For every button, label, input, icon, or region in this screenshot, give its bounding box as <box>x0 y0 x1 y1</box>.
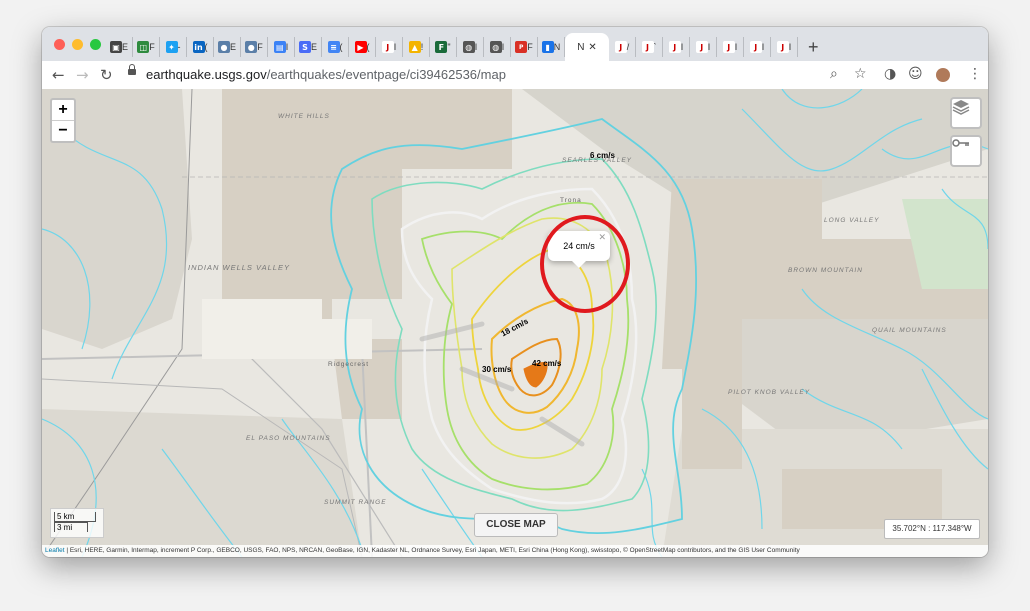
drive-icon: ▲ <box>408 41 421 53</box>
scale-mi: 3 mi <box>54 522 88 532</box>
tab-favicon-icon: ▣ <box>109 41 122 53</box>
browser-tab[interactable]: F " <box>430 37 457 57</box>
globe-icon: ◍ <box>462 41 475 53</box>
map-place-label: SUMMIT RANGE <box>324 499 387 506</box>
address-bar[interactable]: earthquake.usgs.gov/earthquakes/eventpag… <box>146 67 506 82</box>
map-place-label: Trona <box>560 197 582 204</box>
pdf-icon: P <box>515 41 528 53</box>
docs-icon: ≡ <box>327 41 340 53</box>
contour-label: 30 cm/s <box>482 365 512 374</box>
browser-tab[interactable]: J / <box>609 37 636 57</box>
map-place-label: PILOT KNOB VALLEY <box>728 389 811 396</box>
linkedin-icon: in <box>192 41 205 53</box>
browser-tab[interactable]: ▶( <box>349 37 376 57</box>
contour-label: 6 cm/s <box>590 151 615 160</box>
tab-favicon-icon: ◫ <box>137 41 150 53</box>
browser-tab[interactable]: JI <box>771 37 798 57</box>
browser-window: ▣ E ◫ F ✦ - in( ● E ● F ▤ I SE ≡( ▶( JI ▲! F " … <box>42 27 988 557</box>
highlight-circle <box>540 215 630 313</box>
forward-arrow-icon[interactable]: → <box>76 66 89 84</box>
map-place-label: Ridgecrest <box>328 361 370 368</box>
map-view[interactable]: WHITE HILLS SEARLES VALLEY INDIAN WELLS … <box>42 89 988 557</box>
browser-tab[interactable]: JI <box>690 37 717 57</box>
contour-label: 42 cm/s <box>532 359 562 368</box>
map-place-label: BROWN MOUNTAIN <box>788 267 863 274</box>
browser-tab[interactable]: ▮ N <box>538 37 565 57</box>
tab-favicon-icon: J <box>381 41 394 53</box>
browser-tab[interactable]: PF <box>511 37 538 57</box>
browser-tab[interactable]: JI <box>717 37 744 57</box>
tab-favicon-icon: J <box>614 41 627 53</box>
window-controls <box>54 39 101 50</box>
reload-icon[interactable]: ↻ <box>100 66 113 84</box>
browser-tab[interactable]: ◫ F <box>133 37 160 57</box>
zoom-control: + − <box>50 98 76 143</box>
browser-tab[interactable]: ◍ I <box>457 37 484 57</box>
tab-favicon-icon: J <box>776 41 789 53</box>
scale-bar: 5 km 3 mi <box>50 508 104 538</box>
tab-favicon-icon: F <box>435 41 448 53</box>
map-place-label: WHITE HILLS <box>278 113 330 120</box>
browser-tab[interactable]: ◍ I <box>484 37 511 57</box>
zoom-in-button[interactable]: + <box>52 100 74 120</box>
browser-tab[interactable]: ≡( <box>322 37 349 57</box>
tab-favicon-icon: S <box>298 41 311 53</box>
browser-tab[interactable]: JI <box>376 37 403 57</box>
seal-icon: ● <box>217 41 230 53</box>
map-place-label: EL PASO MOUNTAINS <box>246 435 331 442</box>
map-attribution: Leaflet | Esri, HERE, Garmin, Intermap, … <box>42 545 988 557</box>
menu-kebab-icon[interactable]: ⋮ <box>968 66 982 82</box>
tab-favicon-icon: J <box>668 41 681 53</box>
browser-tab[interactable]: JI <box>663 37 690 57</box>
youtube-icon: ▶ <box>354 41 367 53</box>
tab-favicon-icon: J <box>749 41 762 53</box>
scale-km: 5 km <box>54 512 96 522</box>
zoom-magnifier-icon[interactable]: ⌕ <box>830 66 838 82</box>
back-arrow-icon[interactable]: ← <box>52 66 65 84</box>
browser-tab[interactable]: J ` <box>636 37 663 57</box>
active-tab[interactable]: N ✕ <box>565 33 609 61</box>
browser-tab[interactable]: ✦ - <box>160 37 187 57</box>
browser-tab[interactable]: ▣ E <box>106 37 133 57</box>
profile-avatar[interactable] <box>936 68 950 82</box>
map-place-label: INDIAN WELLS VALLEY <box>188 263 290 272</box>
address-toolbar: ← → ↻ earthquake.usgs.gov/earthquakes/ev… <box>42 61 988 90</box>
tab-list: ▣ E ◫ F ✦ - in( ● E ● F ▤ I SE ≡( ▶( JI ▲! F " … <box>106 33 819 61</box>
leaflet-link[interactable]: Leaflet <box>45 547 65 554</box>
zoom-out-button[interactable]: − <box>52 120 74 141</box>
close-tab-icon[interactable]: ✕ <box>588 42 596 53</box>
browser-tab[interactable]: JI <box>744 37 771 57</box>
twitter-icon: ✦ <box>165 41 178 53</box>
extension-icon[interactable]: ◑ <box>884 66 896 82</box>
extension-face-icon[interactable]: ☺ <box>908 66 923 82</box>
tab-favicon-icon: ▤ <box>273 41 286 53</box>
maximize-window-button[interactable] <box>90 39 101 50</box>
minimize-window-button[interactable] <box>72 39 83 50</box>
legend-key-icon[interactable] <box>950 135 982 167</box>
browser-tab[interactable]: ● E <box>214 37 241 57</box>
map-place-label: LONG VALLEY <box>824 217 880 224</box>
globe-icon: ◍ <box>489 41 502 53</box>
tab-favicon-icon: J <box>641 41 654 53</box>
tab-favicon-icon: J <box>695 41 708 53</box>
tab-favicon-icon: J <box>722 41 735 53</box>
layers-icon[interactable] <box>950 97 982 129</box>
lock-icon <box>128 64 136 75</box>
new-tab-button[interactable]: + <box>808 37 819 58</box>
seal-icon: ● <box>245 41 258 53</box>
close-map-button[interactable]: CLOSE MAP <box>474 513 558 537</box>
tab-strip: ▣ E ◫ F ✦ - in( ● E ● F ▤ I SE ≡( ▶( JI ▲! F " … <box>42 27 988 61</box>
browser-tab[interactable]: in( <box>187 37 214 57</box>
browser-tab[interactable]: ▲! <box>403 37 430 57</box>
map-place-label: QUAIL MOUNTAINS <box>872 327 947 334</box>
close-window-button[interactable] <box>54 39 65 50</box>
browser-tab[interactable]: ▤ I <box>268 37 295 57</box>
cursor-coordinates: 35.702°N : 117.348°W <box>884 519 980 539</box>
bookmark-star-icon[interactable]: ☆ <box>854 66 867 82</box>
browser-tab[interactable]: SE <box>295 37 322 57</box>
tab-favicon-icon: ▮ <box>541 41 554 53</box>
browser-tab[interactable]: ● F <box>241 37 268 57</box>
